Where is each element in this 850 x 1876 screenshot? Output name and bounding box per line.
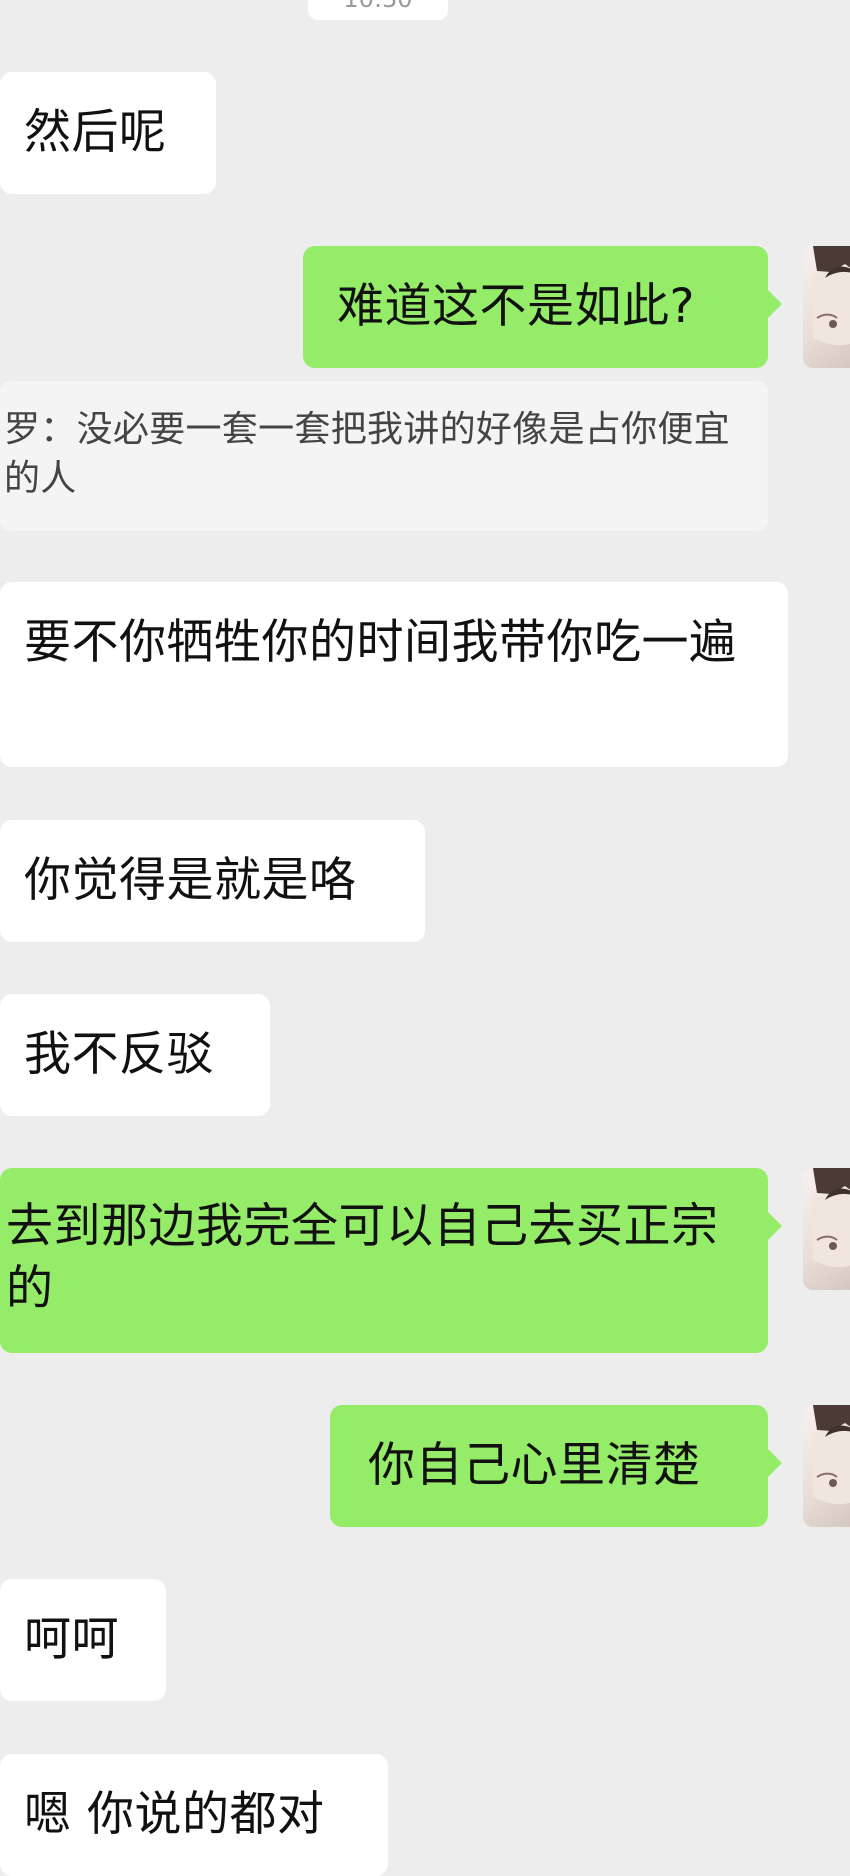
quoted-message[interactable]: 罗：没必要一套一套把我讲的好像是占你便宜的人: [0, 381, 768, 531]
received-message-bubble[interactable]: 然后呢: [0, 72, 216, 194]
sent-message-bubble[interactable]: 你自己心里清楚: [330, 1405, 782, 1527]
quoted-text: 罗：没必要一套一套把我讲的好像是占你便宜的人: [4, 409, 731, 499]
received-message-bubble[interactable]: 要不你牺牲你的时间我带你吃一遍: [0, 582, 788, 767]
message-text: 你自己心里清楚: [368, 1438, 701, 1493]
message-text: 然后呢: [24, 105, 167, 160]
message-text: 我不反驳: [24, 1027, 214, 1082]
sent-message-bubble[interactable]: 去到那边我完全可以自己去买正宗的: [0, 1168, 782, 1353]
message-text: 要不你牺牲你的时间我带你吃一遍: [24, 615, 737, 670]
timestamp-pill: 10:30: [308, 0, 448, 20]
received-message-bubble[interactable]: 你觉得是就是咯: [0, 820, 425, 942]
message-text: 你觉得是就是咯: [24, 853, 357, 908]
message-text: 嗯 你说的都对: [24, 1787, 325, 1842]
received-message-bubble[interactable]: 呵呵: [0, 1579, 166, 1701]
message-text: 难道这不是如此?: [337, 279, 695, 334]
user-avatar-icon[interactable]: [803, 1168, 850, 1290]
user-avatar-icon[interactable]: [803, 1405, 850, 1527]
sent-message-bubble[interactable]: 难道这不是如此?: [303, 246, 782, 368]
message-text: 去到那边我完全可以自己去买正宗的: [6, 1199, 719, 1316]
timestamp-text: 10:30: [343, 0, 412, 13]
message-text: 呵呵: [24, 1612, 119, 1667]
user-avatar-icon[interactable]: [803, 246, 850, 368]
received-message-bubble[interactable]: 我不反驳: [0, 994, 270, 1116]
received-message-bubble[interactable]: 嗯 你说的都对: [0, 1754, 388, 1876]
